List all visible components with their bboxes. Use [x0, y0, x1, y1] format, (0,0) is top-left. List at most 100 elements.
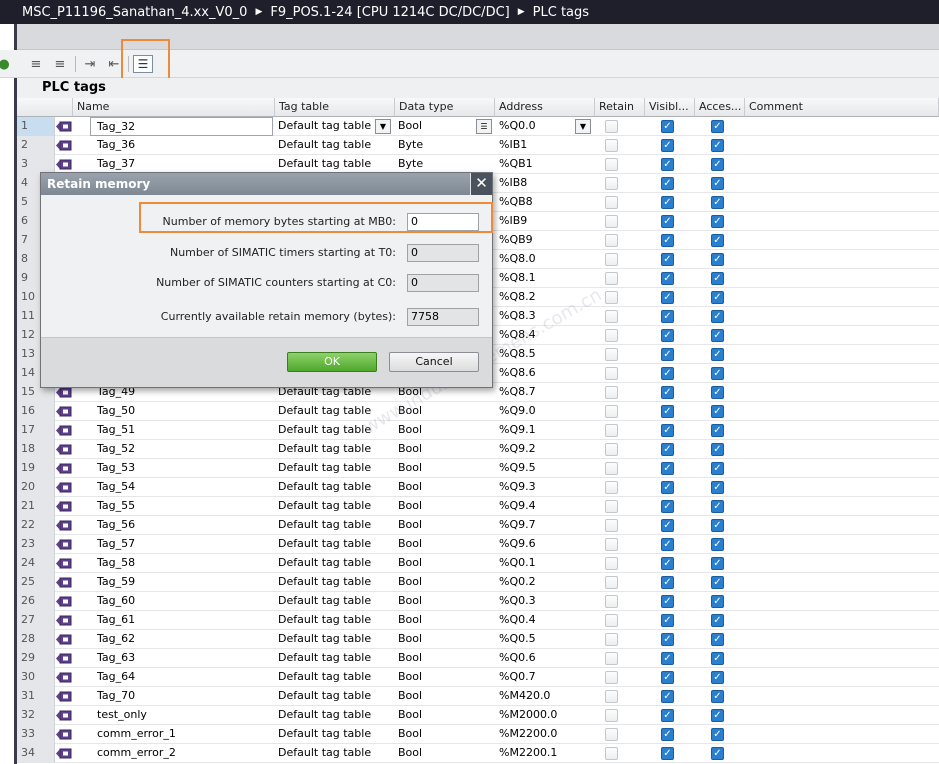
- breadcrumb-device[interactable]: F9_POS.1-24 [CPU 1214C DC/DC/DC]: [270, 5, 509, 20]
- row-number[interactable]: 16: [17, 402, 55, 421]
- retain-checkbox[interactable]: [605, 424, 618, 437]
- breadcrumb-project[interactable]: MSC_P11196_Sanathan_4.xx_V0_0: [22, 5, 247, 20]
- comment-cell[interactable]: [745, 459, 939, 478]
- accessible-checkbox[interactable]: ✓: [711, 272, 724, 285]
- address[interactable]: %Q9.1: [499, 421, 594, 440]
- visible-checkbox[interactable]: ✓: [661, 234, 674, 247]
- row-number[interactable]: 18: [17, 440, 55, 459]
- data-type[interactable]: Bool: [398, 611, 493, 630]
- table-row[interactable]: 1 Tag_32 Default tag table Bool %Q0.0 ▼ ☰ ▼ ✓ ✓: [17, 117, 939, 136]
- address[interactable]: %Q0.1: [499, 554, 594, 573]
- accessible-checkbox[interactable]: ✓: [711, 424, 724, 437]
- address[interactable]: %Q0.6: [499, 649, 594, 668]
- header-name[interactable]: Name: [73, 98, 275, 117]
- address[interactable]: %Q8.0: [499, 250, 594, 269]
- data-type[interactable]: Bool: [398, 535, 493, 554]
- address[interactable]: %Q9.3: [499, 478, 594, 497]
- data-type[interactable]: Bool: [398, 687, 493, 706]
- accessible-checkbox[interactable]: ✓: [711, 481, 724, 494]
- retain-checkbox[interactable]: [605, 291, 618, 304]
- accessible-checkbox[interactable]: ✓: [711, 747, 724, 760]
- cancel-button[interactable]: Cancel: [389, 352, 479, 372]
- retain-checkbox[interactable]: [605, 348, 618, 361]
- tag-table[interactable]: Default tag table: [278, 478, 396, 497]
- retain-checkbox[interactable]: [605, 500, 618, 513]
- tag-table[interactable]: Default tag table: [278, 402, 396, 421]
- comment-cell[interactable]: [745, 345, 939, 364]
- visible-checkbox[interactable]: ✓: [661, 386, 674, 399]
- row-number[interactable]: 23: [17, 535, 55, 554]
- retain-checkbox[interactable]: [605, 272, 618, 285]
- visible-checkbox[interactable]: ✓: [661, 177, 674, 190]
- header-retain[interactable]: Retain: [595, 98, 645, 117]
- visible-checkbox[interactable]: ✓: [661, 196, 674, 209]
- tag-name[interactable]: Tag_61: [97, 611, 272, 630]
- timers-input[interactable]: 0: [407, 244, 479, 262]
- visible-checkbox[interactable]: ✓: [661, 671, 674, 684]
- comment-cell[interactable]: [745, 288, 939, 307]
- visible-checkbox[interactable]: ✓: [661, 576, 674, 589]
- comment-cell[interactable]: [745, 212, 939, 231]
- address-dropdown-icon[interactable]: ▼: [575, 119, 591, 134]
- comment-cell[interactable]: [745, 250, 939, 269]
- row-number[interactable]: 24: [17, 554, 55, 573]
- address[interactable]: %Q9.6: [499, 535, 594, 554]
- data-type[interactable]: Bool: [398, 497, 493, 516]
- table-row[interactable]: 32 test_only Default tag table Bool %M2000.0…: [17, 706, 939, 725]
- accessible-checkbox[interactable]: ✓: [711, 310, 724, 323]
- tag-table[interactable]: Default tag table: [278, 687, 396, 706]
- data-type[interactable]: Bool: [398, 478, 493, 497]
- address[interactable]: %Q9.0: [499, 402, 594, 421]
- visible-checkbox[interactable]: ✓: [661, 652, 674, 665]
- row-number[interactable]: 17: [17, 421, 55, 440]
- tag-table[interactable]: Default tag table: [278, 630, 396, 649]
- comment-cell[interactable]: [745, 592, 939, 611]
- visible-checkbox[interactable]: ✓: [661, 139, 674, 152]
- row-number[interactable]: 26: [17, 592, 55, 611]
- address[interactable]: %Q0.2: [499, 573, 594, 592]
- header-accessible[interactable]: Acces...: [695, 98, 745, 117]
- visible-checkbox[interactable]: ✓: [661, 538, 674, 551]
- address[interactable]: %M420.0: [499, 687, 594, 706]
- comment-cell[interactable]: [745, 516, 939, 535]
- accessible-checkbox[interactable]: ✓: [711, 633, 724, 646]
- accessible-checkbox[interactable]: ✓: [711, 367, 724, 380]
- comment-cell[interactable]: [745, 269, 939, 288]
- visible-checkbox[interactable]: ✓: [661, 348, 674, 361]
- visible-checkbox[interactable]: ✓: [661, 291, 674, 304]
- comment-cell[interactable]: [745, 440, 939, 459]
- visible-checkbox[interactable]: ✓: [661, 215, 674, 228]
- visible-checkbox[interactable]: ✓: [661, 481, 674, 494]
- tag-name[interactable]: Tag_51: [97, 421, 272, 440]
- tag-name[interactable]: Tag_57: [97, 535, 272, 554]
- comment-cell[interactable]: [745, 630, 939, 649]
- address[interactable]: %IB8: [499, 174, 594, 193]
- table-row[interactable]: 28 Tag_62 Default tag table Bool %Q0.5 ✓ ✓: [17, 630, 939, 649]
- comment-cell[interactable]: [745, 573, 939, 592]
- tag-name[interactable]: Tag_62: [97, 630, 272, 649]
- table-row[interactable]: 33 comm_error_1 Default tag table Bool %M220…: [17, 725, 939, 744]
- data-type[interactable]: Bool: [398, 459, 493, 478]
- visible-checkbox[interactable]: ✓: [661, 633, 674, 646]
- accessible-checkbox[interactable]: ✓: [711, 462, 724, 475]
- table-row[interactable]: 24 Tag_58 Default tag table Bool %Q0.1 ✓ ✓: [17, 554, 939, 573]
- breadcrumb-current[interactable]: PLC tags: [533, 5, 589, 20]
- address[interactable]: %Q0.7: [499, 668, 594, 687]
- data-type[interactable]: Bool: [398, 592, 493, 611]
- accessible-checkbox[interactable]: ✓: [711, 690, 724, 703]
- visible-checkbox[interactable]: ✓: [661, 405, 674, 418]
- retain-checkbox[interactable]: [605, 595, 618, 608]
- comment-cell[interactable]: [745, 706, 939, 725]
- retain-checkbox[interactable]: [605, 196, 618, 209]
- comment-cell[interactable]: [745, 649, 939, 668]
- address[interactable]: %QB8: [499, 193, 594, 212]
- tag-name[interactable]: Tag_70: [97, 687, 272, 706]
- accessible-checkbox[interactable]: ✓: [711, 234, 724, 247]
- accessible-checkbox[interactable]: ✓: [711, 576, 724, 589]
- accessible-checkbox[interactable]: ✓: [711, 386, 724, 399]
- data-type[interactable]: Bool: [398, 744, 493, 763]
- tag-name[interactable]: Tag_50: [97, 402, 272, 421]
- address[interactable]: %Q8.2: [499, 288, 594, 307]
- table-row[interactable]: 23 Tag_57 Default tag table Bool %Q9.6 ✓ ✓: [17, 535, 939, 554]
- tag-table[interactable]: Default tag table: [278, 573, 396, 592]
